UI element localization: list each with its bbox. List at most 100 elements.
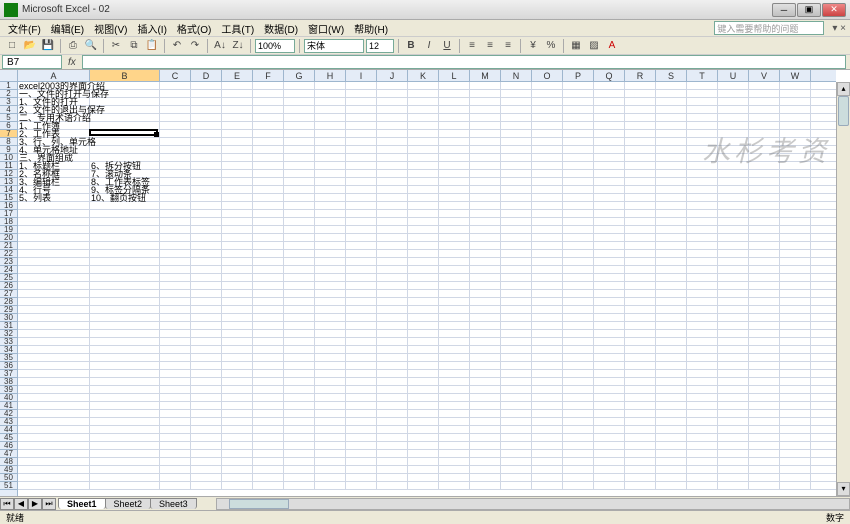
cell[interactable] <box>439 186 470 193</box>
cell[interactable] <box>749 146 780 153</box>
cell[interactable] <box>656 282 687 289</box>
cell[interactable] <box>253 474 284 481</box>
cell[interactable] <box>90 410 160 417</box>
cell[interactable] <box>563 258 594 265</box>
cell[interactable] <box>656 154 687 161</box>
save-icon[interactable]: 💾 <box>40 38 56 54</box>
cell[interactable] <box>470 370 501 377</box>
cell[interactable] <box>532 282 563 289</box>
cell[interactable] <box>718 210 749 217</box>
cell[interactable] <box>18 330 90 337</box>
cell[interactable] <box>780 338 811 345</box>
menu-item[interactable]: 窗口(W) <box>304 21 348 36</box>
cell[interactable] <box>749 314 780 321</box>
menu-item[interactable]: 帮助(H) <box>350 21 392 36</box>
cell[interactable] <box>439 170 470 177</box>
cell[interactable] <box>594 418 625 425</box>
cell[interactable] <box>749 218 780 225</box>
cell[interactable] <box>377 434 408 441</box>
cell[interactable] <box>563 442 594 449</box>
redo-icon[interactable]: ↷ <box>187 38 203 54</box>
cell[interactable] <box>191 290 222 297</box>
cell[interactable] <box>191 482 222 489</box>
cell[interactable] <box>90 386 160 393</box>
cell[interactable] <box>656 274 687 281</box>
cell[interactable] <box>377 122 408 129</box>
cell[interactable] <box>284 290 315 297</box>
cell[interactable]: 3、编辑栏 <box>18 178 90 185</box>
cell[interactable] <box>222 322 253 329</box>
cell[interactable] <box>501 362 532 369</box>
cell[interactable] <box>191 266 222 273</box>
cell[interactable] <box>18 274 90 281</box>
cell[interactable] <box>315 314 346 321</box>
cell[interactable] <box>377 90 408 97</box>
cell[interactable] <box>532 458 563 465</box>
cell[interactable] <box>780 130 811 137</box>
cell[interactable] <box>687 250 718 257</box>
cell[interactable] <box>315 170 346 177</box>
cell[interactable] <box>532 258 563 265</box>
cell[interactable] <box>222 106 253 113</box>
cell[interactable] <box>160 202 191 209</box>
cell[interactable] <box>749 346 780 353</box>
cell[interactable] <box>501 466 532 473</box>
cell[interactable] <box>160 90 191 97</box>
cell[interactable] <box>532 442 563 449</box>
cell[interactable] <box>501 426 532 433</box>
cell[interactable] <box>470 242 501 249</box>
cell[interactable] <box>439 122 470 129</box>
cell[interactable] <box>656 242 687 249</box>
cell[interactable] <box>687 178 718 185</box>
cell[interactable] <box>439 314 470 321</box>
cell[interactable] <box>470 426 501 433</box>
cell[interactable] <box>780 138 811 145</box>
cell[interactable] <box>470 466 501 473</box>
cell[interactable] <box>501 114 532 121</box>
cell[interactable] <box>18 218 90 225</box>
cell[interactable] <box>532 466 563 473</box>
cell[interactable] <box>625 202 656 209</box>
cell[interactable] <box>160 266 191 273</box>
cell[interactable] <box>594 146 625 153</box>
cell[interactable] <box>749 330 780 337</box>
cell[interactable] <box>191 82 222 89</box>
cell[interactable] <box>18 426 90 433</box>
cell[interactable] <box>625 354 656 361</box>
cut-icon[interactable]: ✂ <box>108 38 124 54</box>
cell[interactable] <box>439 106 470 113</box>
cell[interactable] <box>687 210 718 217</box>
cell[interactable] <box>718 170 749 177</box>
cell[interactable] <box>656 338 687 345</box>
cell[interactable] <box>470 122 501 129</box>
cell[interactable] <box>222 178 253 185</box>
sort-desc-icon[interactable]: Z↓ <box>230 38 246 54</box>
cell[interactable] <box>687 338 718 345</box>
cell[interactable] <box>222 290 253 297</box>
cell[interactable] <box>18 226 90 233</box>
cell[interactable] <box>253 218 284 225</box>
cell[interactable] <box>222 346 253 353</box>
cell[interactable] <box>470 474 501 481</box>
cell[interactable] <box>718 314 749 321</box>
cell[interactable] <box>222 146 253 153</box>
column-header[interactable]: E <box>222 70 253 81</box>
cell[interactable] <box>408 482 439 489</box>
cell[interactable] <box>90 450 160 457</box>
cell[interactable] <box>160 250 191 257</box>
cell[interactable] <box>160 218 191 225</box>
open-icon[interactable]: 📂 <box>22 38 38 54</box>
cell[interactable] <box>625 242 656 249</box>
cell[interactable] <box>191 242 222 249</box>
column-header[interactable]: A <box>18 70 90 81</box>
vertical-scrollbar[interactable]: ▴ ▾ <box>836 82 850 496</box>
cell[interactable] <box>687 90 718 97</box>
cell[interactable] <box>315 258 346 265</box>
cell[interactable] <box>408 314 439 321</box>
cell[interactable] <box>532 338 563 345</box>
align-right-icon[interactable]: ≡ <box>500 38 516 54</box>
cell[interactable] <box>18 338 90 345</box>
cell[interactable] <box>408 370 439 377</box>
cell[interactable] <box>718 290 749 297</box>
cell[interactable] <box>346 282 377 289</box>
